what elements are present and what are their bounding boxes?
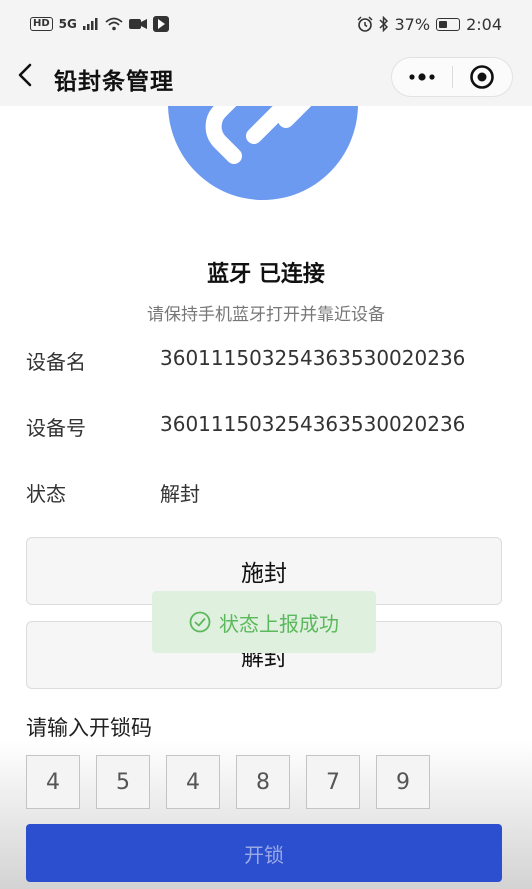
5g-icon: 5G	[58, 17, 77, 31]
video-icon	[128, 19, 147, 29]
close-miniprogram-button[interactable]	[452, 58, 512, 96]
code-digit-4[interactable]: 8	[236, 755, 290, 809]
device-name-label: 设备名	[26, 350, 86, 374]
toast-text: 状态上报成功	[219, 611, 339, 636]
check-circle-icon	[189, 611, 211, 633]
signal-icon	[82, 18, 98, 30]
status-value: 解封	[160, 482, 200, 506]
chevron-left-icon	[18, 63, 32, 87]
bluetooth-hint: 请保持手机蓝牙打开并靠近设备	[147, 305, 385, 325]
battery-percent: 37%	[394, 14, 431, 34]
bluetooth-status: 蓝牙 已连接	[207, 262, 325, 287]
status-label: 状态	[26, 482, 66, 506]
code-digit-5[interactable]: 7	[306, 755, 360, 809]
code-digit-3[interactable]: 4	[166, 755, 220, 809]
success-toast: 状态上报成功	[152, 591, 376, 653]
status-right: 37% 2:04	[356, 14, 502, 34]
device-id-value: 360111503254363530020236	[160, 412, 466, 436]
bluetooth-icon	[378, 16, 388, 32]
nav-bar: 铅封条管理	[0, 48, 532, 106]
battery-icon	[436, 17, 461, 31]
device-id-label: 设备号	[26, 416, 86, 440]
back-button[interactable]	[14, 60, 38, 90]
more-dots-icon	[409, 73, 435, 81]
clock-time: 2:04	[466, 14, 502, 34]
code-digit-2[interactable]: 5	[96, 755, 150, 809]
wifi-icon	[105, 17, 123, 31]
code-digit-1[interactable]: 4	[26, 755, 80, 809]
page-content: HD 5G 37% 2:04 铅封条管理 蓝牙 已连接 请保持手机蓝牙打开并靠近…	[0, 0, 532, 889]
more-button[interactable]	[392, 58, 452, 96]
miniprogram-capsule	[391, 57, 513, 97]
device-name-value: 360111503254363530020236	[160, 346, 466, 370]
hd-icon: HD	[30, 17, 53, 31]
status-left: HD 5G	[30, 16, 169, 32]
alarm-icon	[356, 16, 373, 32]
unlock-button[interactable]: 开锁	[26, 824, 502, 882]
unlock-code-label: 请输入开锁码	[26, 716, 152, 740]
status-bar: HD 5G 37% 2:04	[0, 0, 532, 48]
app-icon	[152, 16, 169, 32]
target-circle-icon	[470, 65, 495, 89]
code-digit-6[interactable]: 9	[376, 755, 430, 809]
page-title: 铅封条管理	[54, 69, 174, 95]
